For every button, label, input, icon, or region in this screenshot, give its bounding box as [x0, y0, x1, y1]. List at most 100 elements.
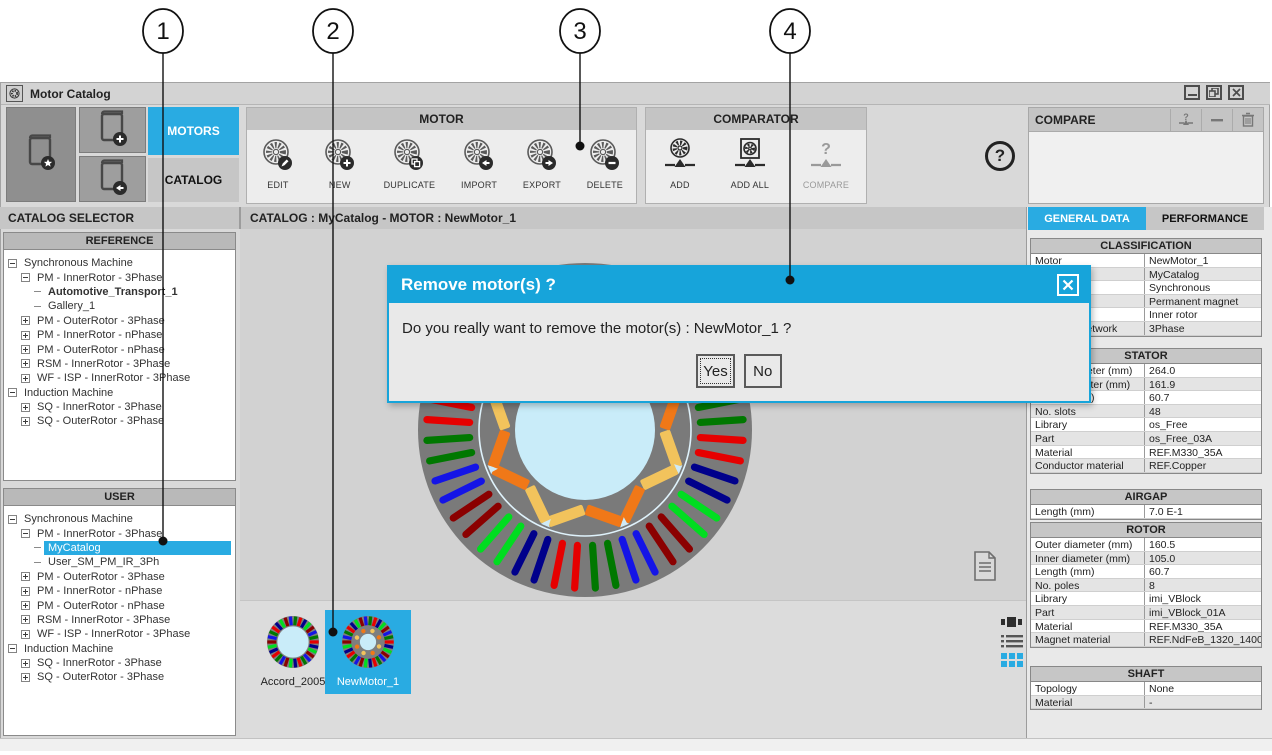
- tree-node-wf-isp-innerrotor-3phase[interactable]: WF - ISP - InnerRotor - 3Phase: [8, 371, 235, 385]
- detail-row: Inner diameter (mm) 105.0: [1031, 552, 1261, 566]
- tab-motors[interactable]: MOTORS: [148, 107, 239, 155]
- expand-icon[interactable]: [21, 601, 30, 610]
- remove-motor-dialog: Remove motor(s) ? Do you really want to …: [387, 265, 1091, 403]
- tree-node-sq-outerrotor-3phase[interactable]: SQ - OuterRotor - 3Phase: [8, 414, 235, 428]
- new-motor-button[interactable]: NEW: [322, 138, 358, 190]
- tree-node-label: RSM - InnerRotor - 3Phase: [33, 357, 174, 371]
- expand-icon[interactable]: [21, 659, 30, 668]
- minimize-button[interactable]: [1184, 85, 1200, 100]
- motor-pencil-icon: [260, 138, 296, 177]
- tree-node-pm-innerrotor-nphase[interactable]: PM - InnerRotor - nPhase: [8, 328, 235, 342]
- section-airgap: AIRGAP Length (mm) 7.0 E-1: [1030, 489, 1262, 520]
- compare-comparator-button[interactable]: ? COMPARE: [803, 138, 849, 190]
- catalog-selector-title: CATALOG SELECTOR: [0, 207, 240, 229]
- expand-icon[interactable]: [21, 345, 30, 354]
- grid-view-icon[interactable]: [1001, 653, 1023, 673]
- section-title: SHAFT: [1031, 667, 1261, 682]
- collapse-icon[interactable]: [8, 388, 17, 397]
- tree-node-wf-isp-innerrotor-3phase[interactable]: WF - ISP - InnerRotor - 3Phase: [8, 627, 235, 641]
- expand-icon[interactable]: [21, 673, 30, 682]
- tree-node-label: PM - OuterRotor - nPhase: [33, 599, 169, 613]
- expand-icon[interactable]: [21, 331, 30, 340]
- add-all-comparator-button[interactable]: ADD ALL: [731, 138, 769, 190]
- export-motor-button[interactable]: EXPORT: [523, 138, 561, 190]
- reference-catalog-button[interactable]: [6, 107, 76, 202]
- expand-icon[interactable]: [21, 316, 30, 325]
- tree-node-pm-innerrotor-3phase[interactable]: PM - InnerRotor - 3Phase: [8, 526, 235, 540]
- tree-node-pm-outerrotor-nphase[interactable]: PM - OuterRotor - nPhase: [8, 598, 235, 612]
- add-comparator-button[interactable]: ADD: [663, 138, 697, 190]
- tree-connector: [34, 306, 41, 307]
- expand-icon[interactable]: [21, 374, 30, 383]
- tree-node-induction-machine[interactable]: Induction Machine: [8, 642, 235, 656]
- section-title: CLASSIFICATION: [1031, 239, 1261, 254]
- expand-icon[interactable]: [21, 359, 30, 368]
- document-icon[interactable]: [973, 551, 997, 586]
- thumbnail-accord_2005[interactable]: Accord_2005: [250, 610, 336, 694]
- help-icon[interactable]: ?: [985, 141, 1015, 171]
- import-motor-button[interactable]: IMPORT: [461, 138, 497, 190]
- tree-node-pm-innerrotor-3phase[interactable]: PM - InnerRotor - 3Phase: [8, 270, 235, 284]
- yes-button[interactable]: Yes: [696, 354, 734, 388]
- compare-balance-icon[interactable]: ?: [1170, 109, 1201, 131]
- tree-node-pm-outerrotor-3phase[interactable]: PM - OuterRotor - 3Phase: [8, 570, 235, 584]
- tab-performance[interactable]: PERFORMANCE: [1146, 207, 1264, 230]
- tree-node-sq-innerrotor-3phase[interactable]: SQ - InnerRotor - 3Phase: [8, 656, 235, 670]
- callout-circle-1: [143, 9, 183, 53]
- import-catalog-button[interactable]: [79, 156, 146, 202]
- status-bar: [0, 738, 1272, 751]
- tree-node-induction-machine[interactable]: Induction Machine: [8, 386, 235, 400]
- motor-arrow-right-icon: [524, 138, 560, 177]
- expand-icon[interactable]: [21, 403, 30, 412]
- balance-question-icon: ?: [809, 138, 843, 177]
- detail-row: Part os_Free_03A: [1031, 432, 1261, 446]
- restore-button[interactable]: [1206, 85, 1222, 100]
- tree-node-synchronous-machine[interactable]: Synchronous Machine: [8, 512, 235, 526]
- tab-catalog[interactable]: CATALOG: [148, 158, 239, 202]
- tree-node-pm-outerrotor-nphase[interactable]: PM - OuterRotor - nPhase: [8, 342, 235, 356]
- tree-node-label: PM - OuterRotor - 3Phase: [33, 570, 169, 584]
- expand-icon[interactable]: [21, 615, 30, 624]
- trash-icon[interactable]: [1232, 109, 1263, 131]
- new-catalog-button[interactable]: [79, 107, 146, 153]
- close-icon[interactable]: [1228, 85, 1244, 100]
- edit-motor-button[interactable]: EDIT: [260, 138, 296, 190]
- dialog-close-icon[interactable]: [1057, 274, 1079, 296]
- carousel-view-icon[interactable]: [1001, 615, 1023, 633]
- tree-node-gallery-1[interactable]: Gallery_1: [8, 299, 235, 313]
- expand-icon[interactable]: [21, 417, 30, 426]
- tree-node-rsm-innerrotor-3phase[interactable]: RSM - InnerRotor - 3Phase: [8, 613, 235, 627]
- detail-row: No. poles 8: [1031, 579, 1261, 593]
- motor-minus-icon: [587, 138, 623, 177]
- compare-remove-icon[interactable]: [1201, 109, 1232, 131]
- comparator-toolbar-group: COMPARATOR ADD ADD ALL? COMPARE: [645, 107, 867, 204]
- collapse-icon[interactable]: [8, 644, 17, 653]
- collapse-icon[interactable]: [21, 529, 30, 538]
- tree-node-automotive-transport-1[interactable]: Automotive_Transport_1: [8, 285, 235, 299]
- tree-node-label: PM - InnerRotor - nPhase: [33, 328, 166, 342]
- dialog-title: Remove motor(s) ?: [401, 275, 1057, 295]
- collapse-icon[interactable]: [8, 515, 17, 524]
- tree-node-mycatalog[interactable]: MyCatalog: [8, 541, 235, 555]
- tree-node-pm-innerrotor-nphase[interactable]: PM - InnerRotor - nPhase: [8, 584, 235, 598]
- tree-node-sq-outerrotor-3phase[interactable]: SQ - OuterRotor - 3Phase: [8, 670, 235, 684]
- tree-node-pm-outerrotor-3phase[interactable]: PM - OuterRotor - 3Phase: [8, 314, 235, 328]
- motor-copy-icon: [391, 138, 427, 177]
- collapse-icon[interactable]: [8, 259, 17, 268]
- collapse-icon[interactable]: [21, 273, 30, 282]
- thumbnail-newmotor_1[interactable]: NewMotor_1: [325, 610, 411, 694]
- expand-icon[interactable]: [21, 572, 30, 581]
- expand-icon[interactable]: [21, 630, 30, 639]
- tree-node-user-sm-pm-ir-3ph[interactable]: User_SM_PM_IR_3Ph: [8, 555, 235, 569]
- tree-node-sq-innerrotor-3phase[interactable]: SQ - InnerRotor - 3Phase: [8, 400, 235, 414]
- detail-row: Library os_Free: [1031, 418, 1261, 432]
- tree-node-label: PM - InnerRotor - 3Phase: [33, 271, 166, 285]
- expand-icon[interactable]: [21, 587, 30, 596]
- delete-motor-button[interactable]: DELETE: [587, 138, 623, 190]
- no-button[interactable]: No: [744, 354, 782, 388]
- list-view-icon[interactable]: [1001, 634, 1023, 655]
- tree-node-synchronous-machine[interactable]: Synchronous Machine: [8, 256, 235, 270]
- duplicate-motor-button[interactable]: DUPLICATE: [384, 138, 436, 190]
- tab-general-data[interactable]: GENERAL DATA: [1028, 207, 1146, 230]
- tree-node-rsm-innerrotor-3phase[interactable]: RSM - InnerRotor - 3Phase: [8, 357, 235, 371]
